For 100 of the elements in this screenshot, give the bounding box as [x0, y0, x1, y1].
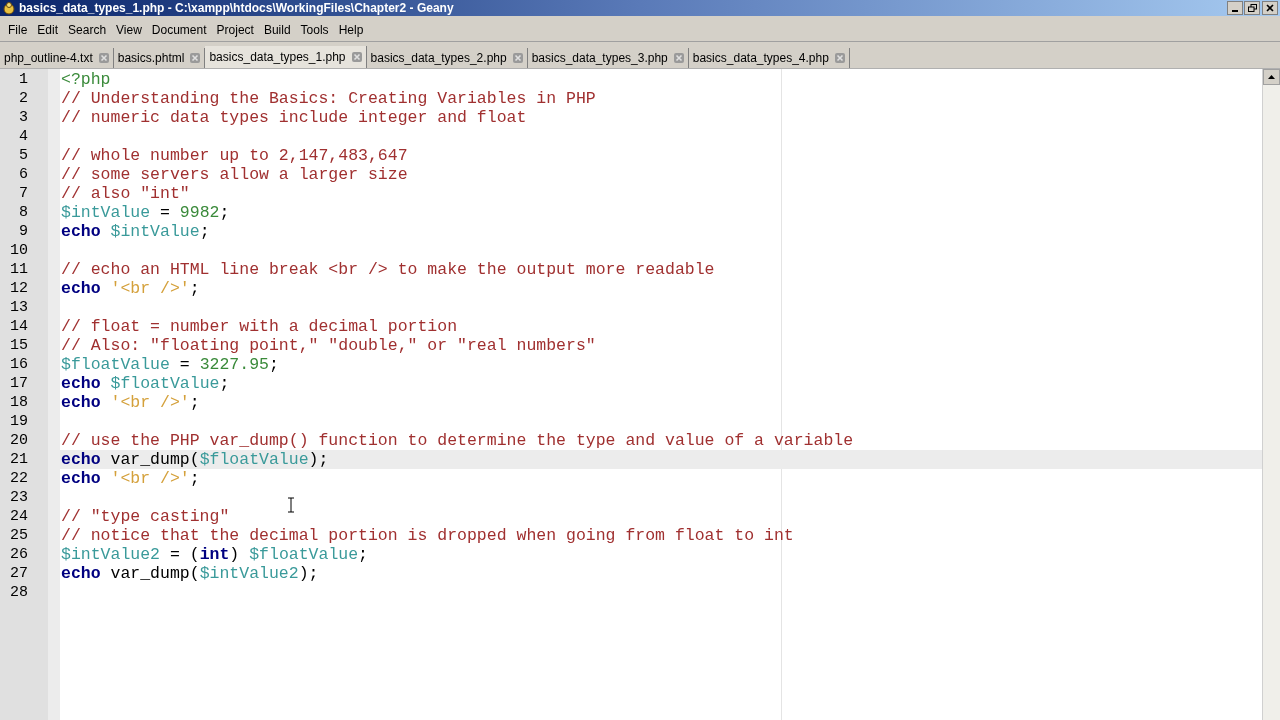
close-icon — [1266, 4, 1274, 12]
line-number: 20 — [9, 431, 29, 450]
tab-label: php_outline-4.txt — [4, 50, 93, 67]
code-variable: $floatValue — [109, 374, 220, 393]
code-comment: // notice that the decimal portion is dropped when going from float to int — [61, 526, 794, 545]
code-text: = ( — [168, 545, 200, 564]
tab-label: basics_data_types_4.php — [692, 50, 829, 67]
line-number: 12 — [9, 279, 29, 298]
code-text: ; — [199, 222, 210, 241]
line-number: 16 — [9, 355, 29, 374]
close-tab-icon[interactable] — [512, 53, 523, 63]
restore-icon — [1247, 4, 1257, 12]
code-text: ; — [189, 469, 200, 488]
line-number: 13 — [9, 298, 29, 317]
line-number: 3 — [18, 108, 29, 127]
code-keyword: echo — [61, 393, 101, 412]
line-number: 25 — [9, 526, 29, 545]
code-string: '<br />' — [109, 393, 190, 412]
line-number: 10 — [9, 241, 29, 260]
code-keyword: echo — [61, 279, 101, 298]
line-number: 1 — [18, 70, 29, 89]
file-tab[interactable]: basics_data_types_1.php — [205, 46, 367, 68]
app-icon — [2, 1, 16, 15]
line-number: 19 — [9, 412, 29, 431]
line-number: 28 — [9, 583, 29, 602]
line-number: 8 — [18, 203, 29, 222]
code-comment: // numeric data types include integer and float — [61, 108, 527, 127]
vertical-scrollbar[interactable] — [1262, 69, 1280, 720]
code-string: '<br />' — [109, 279, 190, 298]
code-variable: $floatValue — [61, 355, 170, 374]
close-tab-icon[interactable] — [98, 53, 109, 63]
code-keyword: echo — [61, 469, 101, 488]
code-text: = — [159, 203, 171, 222]
tab-label: basics_data_types_2.php — [370, 50, 507, 67]
line-number: 11 — [9, 260, 29, 279]
code-variable: $intValue2 — [61, 545, 161, 564]
code-text: ; — [189, 393, 200, 412]
code-text: ; — [358, 545, 368, 564]
menu-item[interactable]: View — [111, 20, 147, 39]
code-string: '<br />' — [109, 469, 190, 488]
line-number: 7 — [18, 184, 29, 203]
code-comment: // whole number up to 2,147,483,647 — [61, 146, 408, 165]
code-keyword: echo — [61, 564, 101, 583]
tab-label: basics_data_types_3.php — [531, 50, 668, 67]
close-tab-icon[interactable] — [351, 52, 362, 62]
close-tab-icon[interactable] — [190, 53, 201, 63]
code-comment: // float = number with a decimal portion — [61, 317, 458, 336]
menu-item[interactable]: Tools — [295, 20, 334, 39]
code-text: var_dump( — [109, 564, 200, 583]
code-comment: // some servers allow a larger size — [61, 165, 408, 184]
code-variable: $intValue — [109, 222, 200, 241]
code-comment: // Also: "floating point," "double," or "real numbers" — [61, 336, 596, 355]
text-cursor-icon — [287, 497, 295, 513]
menu-item[interactable]: Search — [63, 20, 112, 39]
code-comment: // also "int" — [61, 184, 190, 203]
menu-item[interactable]: Build — [258, 20, 296, 39]
minimize-icon — [1232, 10, 1238, 12]
code-text: ; — [219, 203, 230, 222]
restore-button[interactable] — [1244, 1, 1260, 15]
code-text: ) — [229, 545, 241, 564]
minimize-button[interactable] — [1227, 1, 1243, 15]
code-text: ; — [268, 355, 279, 374]
menu-item[interactable]: Document — [146, 20, 212, 39]
code-text: var_dump( — [109, 450, 200, 469]
code-text: ); — [298, 564, 319, 583]
line-number: 2 — [18, 89, 29, 108]
line-number: 5 — [18, 146, 29, 165]
code-text: = — [178, 355, 191, 374]
line-number: 9 — [18, 222, 29, 241]
menu-item[interactable]: Project — [211, 20, 259, 39]
line-number: 18 — [9, 393, 29, 412]
code-comment: // "type casting" — [61, 507, 230, 526]
close-tab-icon[interactable] — [834, 53, 845, 63]
line-number: 27 — [9, 564, 29, 583]
menu-item[interactable]: Help — [333, 20, 369, 39]
tab-label: basics_data_types_1.php — [209, 49, 346, 66]
menu-item[interactable]: File — [3, 20, 33, 39]
code-keyword: int — [199, 545, 230, 564]
code-variable: $floatValue — [199, 450, 309, 469]
menu-item[interactable]: Edit — [32, 20, 64, 39]
code-text: ; — [189, 279, 200, 298]
code-text: ; — [219, 374, 230, 393]
code-text: ); — [308, 450, 329, 469]
close-tab-icon[interactable] — [673, 53, 684, 63]
code-comment: // Understanding the Basics: Creating Variables in PHP — [61, 89, 596, 108]
line-number: 17 — [9, 374, 29, 393]
code-keyword: echo — [61, 222, 101, 241]
line-number: 23 — [9, 488, 29, 507]
line-number: 15 — [9, 336, 29, 355]
code-number: 9982 — [179, 203, 220, 222]
scroll-up-button[interactable] — [1263, 69, 1280, 85]
code-variable: $intValue2 — [199, 564, 299, 583]
line-number: 14 — [9, 317, 29, 336]
line-number: 21 — [9, 450, 29, 469]
code-tag: <?php — [61, 70, 111, 89]
code-comment: // use the PHP var_dump() function to determine the type and value of a variable — [61, 431, 854, 450]
code-comment: // echo an HTML line break <br /> to make the output more readable — [61, 260, 715, 279]
code-keyword: echo — [61, 450, 101, 469]
code-keyword: echo — [61, 374, 101, 393]
close-button[interactable] — [1262, 1, 1278, 15]
